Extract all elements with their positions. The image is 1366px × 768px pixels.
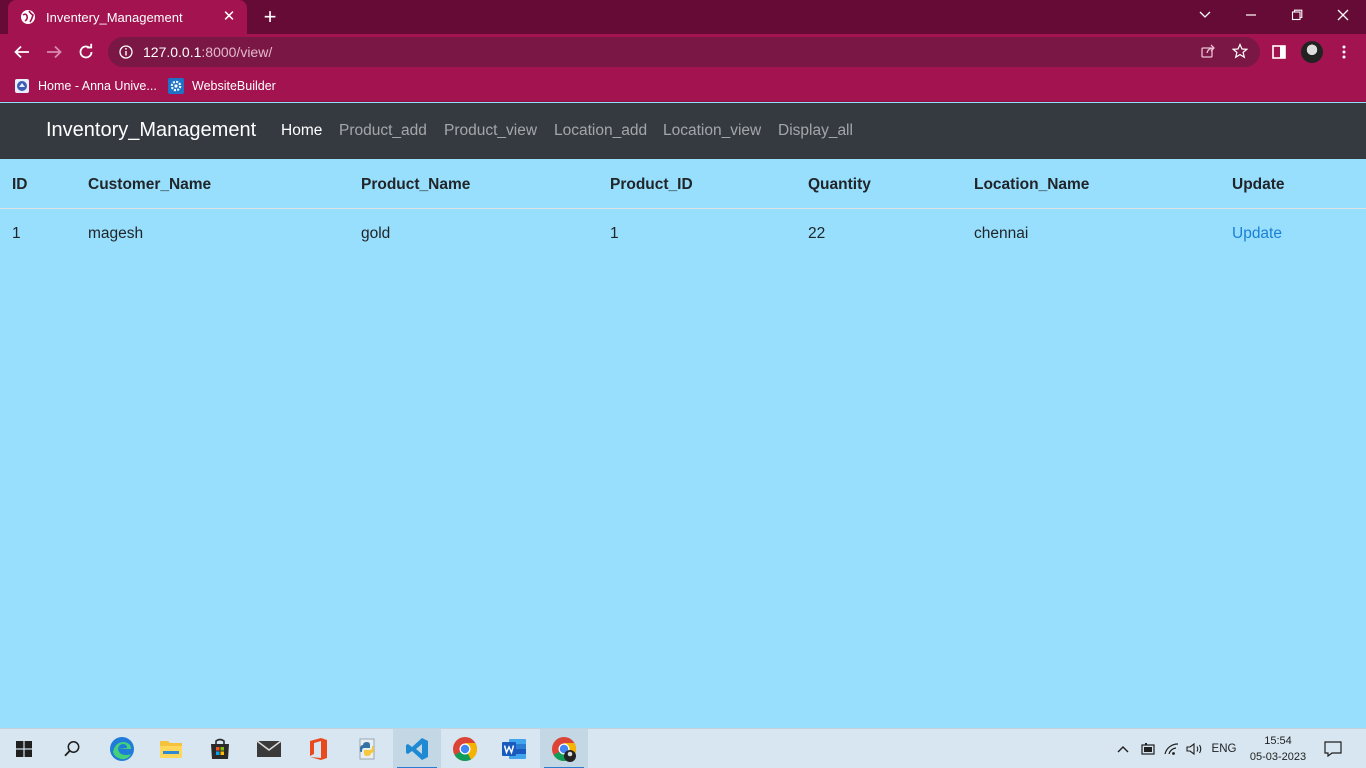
- clock-date: 05-03-2023: [1249, 751, 1307, 763]
- column-header-product-id: Product_ID: [610, 176, 693, 193]
- nav-link-location-view[interactable]: Location_view: [663, 122, 761, 140]
- wifi-icon[interactable]: [1162, 739, 1182, 759]
- windows-start-icon[interactable]: [0, 729, 48, 768]
- site-info-icon[interactable]: [118, 44, 134, 60]
- cell-product-id: 1: [610, 225, 619, 242]
- column-header-update: Update: [1232, 176, 1285, 193]
- chrome-icon[interactable]: [441, 729, 489, 768]
- cell-location-name: chennai: [974, 225, 1029, 242]
- nav-link-location-add[interactable]: Location_add: [554, 122, 647, 140]
- browser-tab[interactable]: Inventery_Management ✕: [8, 0, 247, 34]
- tab-title: Inventery_Management: [46, 9, 183, 25]
- column-header-location-name: Location_Name: [974, 176, 1090, 193]
- python-icon[interactable]: [343, 729, 391, 768]
- column-header-customer-name: Customer_Name: [88, 176, 212, 193]
- word-icon[interactable]: [490, 729, 538, 768]
- battery-icon[interactable]: [1138, 739, 1158, 759]
- search-icon[interactable]: [48, 729, 96, 768]
- anna-university-icon: [14, 78, 30, 94]
- cell-product-name: gold: [361, 225, 391, 242]
- notifications-icon[interactable]: [1322, 739, 1344, 759]
- windows-taskbar: ENG 15:54 05-03-2023: [0, 728, 1366, 768]
- close-tab-icon[interactable]: ✕: [221, 9, 237, 25]
- system-clock[interactable]: 15:54 05-03-2023: [1244, 733, 1312, 765]
- bookmark-label: WebsiteBuilder: [192, 79, 276, 93]
- cell-quantity: 22: [808, 225, 826, 242]
- address-bar[interactable]: 127.0.0.1:8000/view/: [108, 37, 1260, 67]
- url-host: 127.0.0.1: [143, 44, 202, 60]
- mail-icon[interactable]: [245, 729, 293, 768]
- column-header-id: ID: [12, 176, 28, 193]
- bookmark-star-icon[interactable]: [1230, 41, 1250, 61]
- microsoft-store-icon[interactable]: [196, 729, 244, 768]
- nav-link-product-view[interactable]: Product_view: [444, 122, 537, 140]
- reload-button[interactable]: [72, 38, 100, 66]
- volume-icon[interactable]: [1185, 739, 1205, 759]
- browser-menu-icon[interactable]: [1334, 42, 1354, 62]
- globe-icon: [20, 9, 36, 25]
- office-icon[interactable]: [294, 729, 342, 768]
- site-navbar: Inventory_Management Home Product_add Pr…: [0, 103, 1366, 159]
- nav-link-home[interactable]: Home: [281, 122, 322, 140]
- share-icon[interactable]: [1198, 41, 1218, 61]
- edge-icon[interactable]: [98, 729, 146, 768]
- nav-link-display-all[interactable]: Display_all: [778, 122, 853, 140]
- cell-customer-name: magesh: [88, 225, 144, 242]
- chrome-profile-icon[interactable]: [540, 729, 588, 768]
- bookmark-label: Home - Anna Unive...: [38, 79, 157, 93]
- clock-time: 15:54: [1264, 735, 1292, 747]
- navbar-brand[interactable]: Inventory_Management: [46, 119, 256, 142]
- close-window-button[interactable]: [1320, 0, 1366, 30]
- back-button[interactable]: [8, 38, 36, 66]
- nav-link-product-add[interactable]: Product_add: [339, 122, 427, 140]
- forward-button[interactable]: [40, 38, 68, 66]
- bookmark-anna-university[interactable]: Home - Anna Unive...: [14, 75, 157, 97]
- file-explorer-icon[interactable]: [147, 729, 195, 768]
- cell-id: 1: [12, 225, 21, 242]
- new-tab-button[interactable]: +: [258, 6, 282, 30]
- inventory-table: ID Customer_Name Product_Name Product_ID…: [0, 159, 1366, 242]
- column-header-quantity: Quantity: [808, 176, 871, 193]
- column-header-product-name: Product_Name: [361, 176, 471, 193]
- tab-strip: Inventery_Management ✕ +: [0, 0, 1366, 34]
- bookmark-websitebuilder[interactable]: WebsiteBuilder: [168, 75, 276, 97]
- gear-icon: [168, 78, 184, 94]
- table-header-row: ID Customer_Name Product_Name Product_ID…: [0, 159, 1366, 209]
- tab-search-button[interactable]: [1182, 0, 1228, 30]
- vscode-icon[interactable]: [393, 729, 441, 768]
- show-hidden-icons-icon[interactable]: [1114, 739, 1132, 759]
- minimize-button[interactable]: [1228, 0, 1274, 30]
- side-panel-icon[interactable]: [1269, 42, 1289, 62]
- browser-toolbar: 127.0.0.1:8000/view/: [0, 34, 1366, 70]
- update-link[interactable]: Update: [1232, 225, 1282, 243]
- language-indicator[interactable]: ENG: [1208, 739, 1240, 759]
- profile-avatar[interactable]: [1301, 41, 1323, 63]
- restore-button[interactable]: [1274, 0, 1320, 30]
- url-path: :8000/view/: [201, 44, 273, 60]
- bookmarks-bar: Home - Anna Unive... WebsiteBuilder: [0, 70, 1366, 102]
